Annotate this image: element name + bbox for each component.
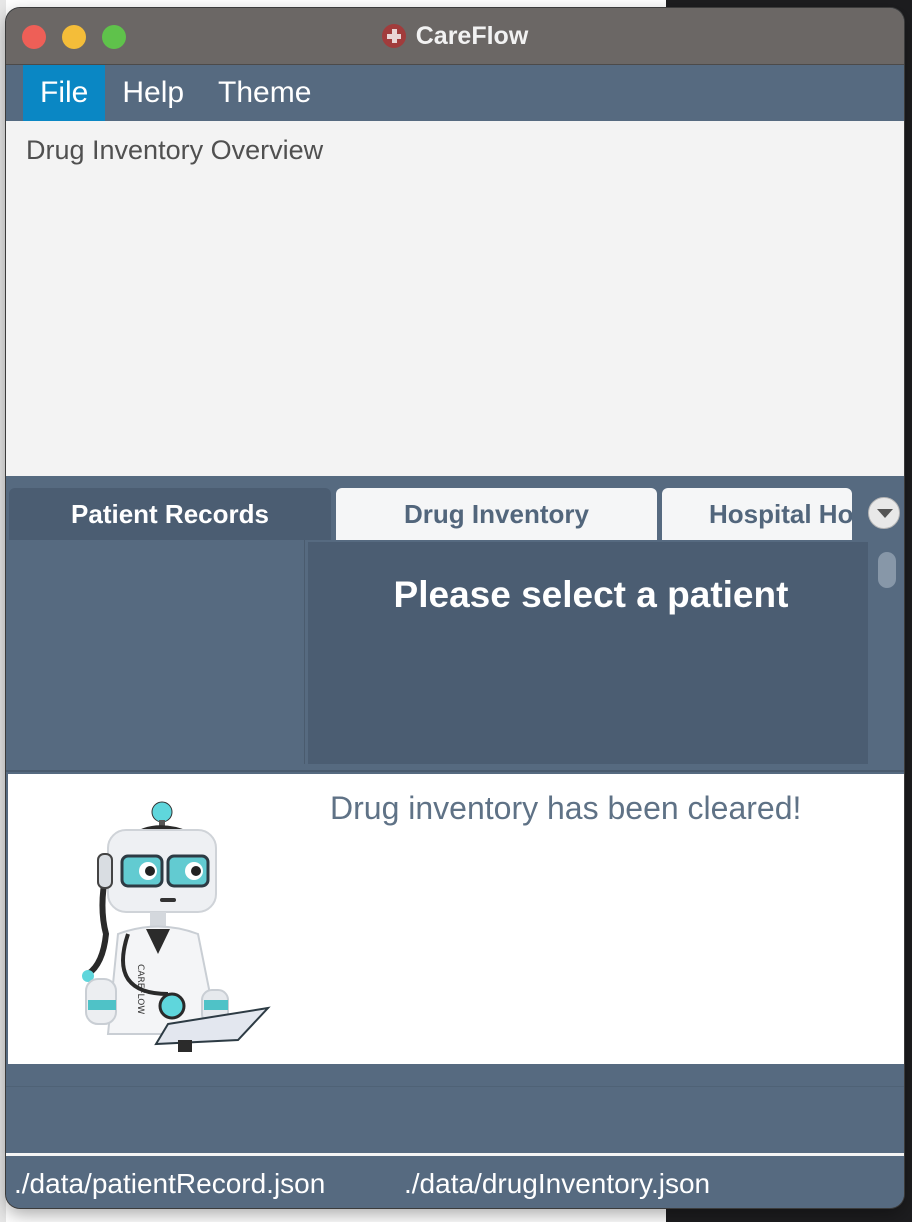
patient-records-tab-content: Please select a patient (6, 540, 904, 772)
menu-help[interactable]: Help (105, 65, 201, 121)
menu-bar: File Help Theme (6, 65, 904, 121)
patient-placeholder-text: Please select a patient (393, 574, 789, 615)
drug-inventory-overview-panel: Drug Inventory Overview (6, 121, 904, 476)
window-title: CareFlow (415, 21, 529, 50)
status-bar: ./data/patientRecord.json ./data/drugInv… (6, 1156, 904, 1208)
patient-file-path: ./data/patientRecord.json (14, 1168, 326, 1199)
drug-file-path: ./data/drugInventory.json (404, 1168, 711, 1199)
tab-hospital-hours[interactable]: Hospital Ho (662, 488, 852, 540)
outer-scrollbar-thumb[interactable] (878, 552, 896, 588)
patient-list[interactable] (8, 540, 305, 764)
tab-bar: Patient Records Drug Inventory Hospital … (6, 476, 904, 540)
careflow-window: CareFlow File Help Theme Drug Inventory … (6, 8, 904, 1208)
command-band (6, 1066, 904, 1087)
tab-overflow-dropdown-icon[interactable] (868, 497, 900, 529)
patient-detail-panel: Please select a patient (308, 542, 868, 764)
divider (6, 770, 904, 772)
overview-label: Drug Inventory Overview (26, 135, 324, 165)
menu-theme[interactable]: Theme (201, 65, 328, 121)
result-display: CAREFLOW Drug inventory has been cleared… (8, 774, 904, 1064)
red-cross-icon (381, 24, 406, 48)
tab-drug-inventory[interactable]: Drug Inventory (336, 488, 657, 540)
result-message: Drug inventory has been cleared! (330, 790, 802, 826)
menu-file[interactable]: File (23, 65, 106, 121)
title-bar[interactable]: CareFlow (6, 8, 904, 65)
careflow-robot-mascot: CAREFLOW (82, 801, 271, 1052)
empty-area (6, 1087, 904, 1153)
window-title-group: CareFlow (6, 8, 904, 64)
tab-patient-records[interactable]: Patient Records (9, 488, 331, 540)
